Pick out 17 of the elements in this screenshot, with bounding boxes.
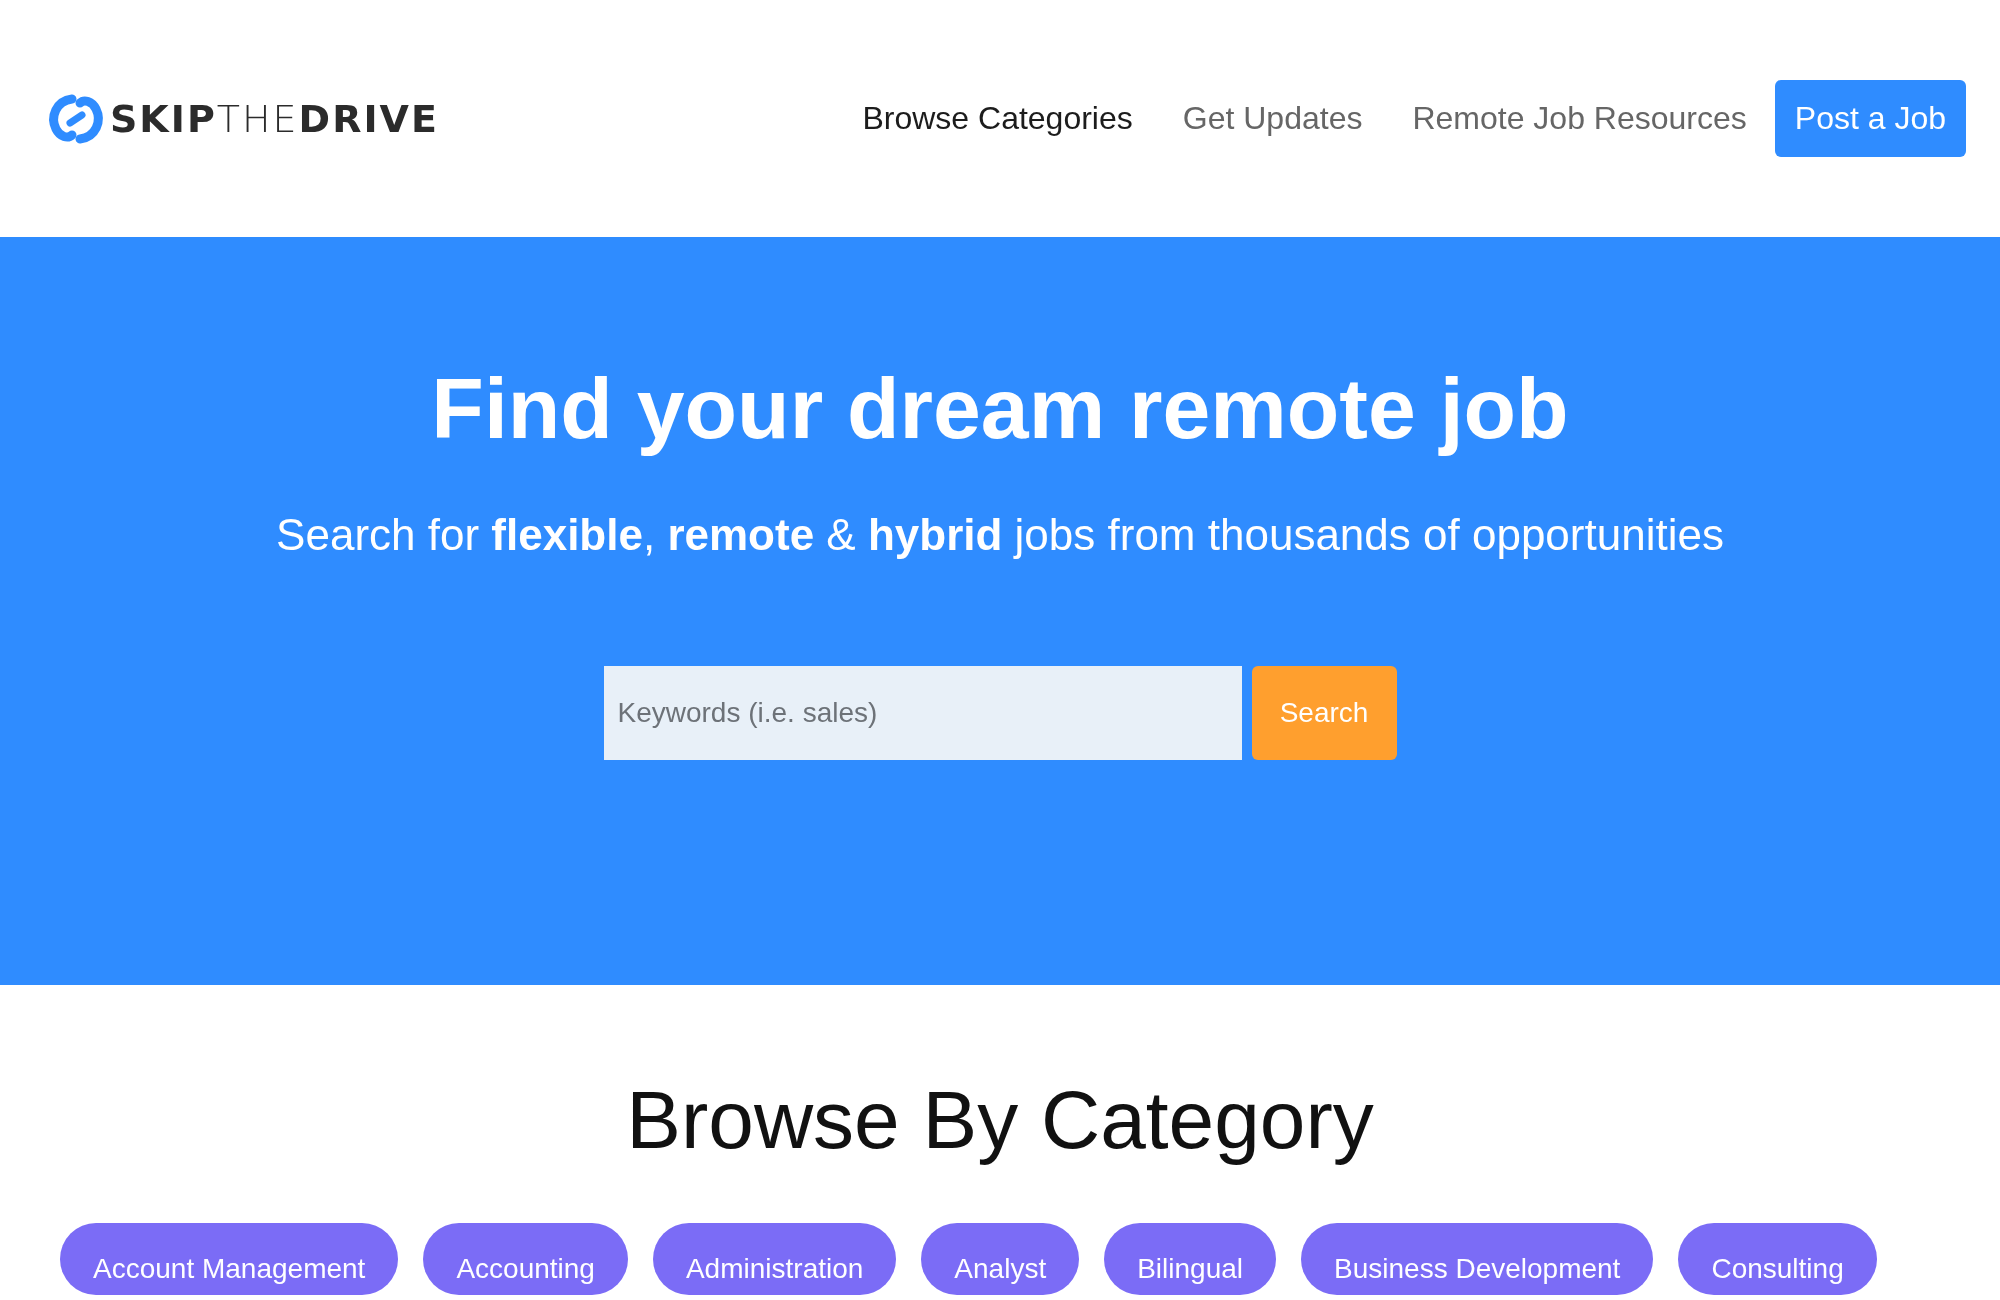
- category-pill[interactable]: Business Development: [1301, 1223, 1654, 1295]
- hero-title: Find your dream remote job: [431, 359, 1569, 458]
- nav-link[interactable]: Get Updates: [1182, 100, 1363, 137]
- category-pill[interactable]: Consulting: [1678, 1223, 1877, 1295]
- post-job-button[interactable]: Post a Job: [1774, 80, 1966, 157]
- keywords-field[interactable]: Keywords (i.e. sales): [603, 666, 1242, 760]
- nav-link[interactable]: Remote Job Resources: [1412, 100, 1747, 137]
- category-pill[interactable]: Account Management: [60, 1223, 399, 1295]
- logo-text[interactable]: SKIPTHEDRIVE: [110, 96, 439, 141]
- nav-link[interactable]: Browse Categories: [862, 100, 1133, 137]
- category-pill[interactable]: Bilingual: [1104, 1223, 1277, 1295]
- category-pill[interactable]: Administration: [652, 1223, 897, 1295]
- category-heading: Browse By Category: [626, 1073, 1374, 1167]
- search-button[interactable]: Search: [1251, 666, 1397, 760]
- hero-subtitle: Search for flexible, remote & hybrid jobs from thousands of opportunities: [276, 510, 1724, 560]
- category-pill[interactable]: Accounting: [423, 1223, 628, 1295]
- category-pill[interactable]: Analyst: [921, 1223, 1080, 1295]
